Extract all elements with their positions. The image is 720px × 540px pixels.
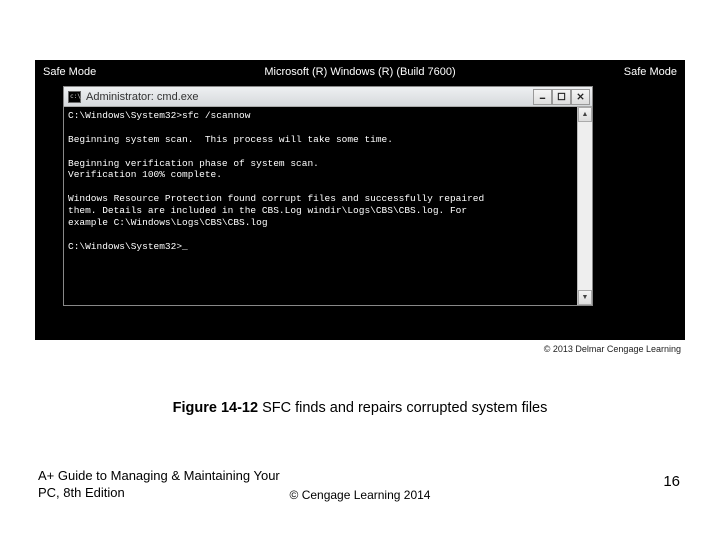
image-credit: © 2013 Delmar Cengage Learning	[544, 344, 681, 354]
safemode-left: Safe Mode	[43, 66, 96, 78]
cmd-icon	[68, 91, 81, 103]
scrollbar[interactable]: ▲ ▼	[577, 107, 592, 305]
scroll-down-button[interactable]: ▼	[578, 290, 592, 305]
book-title: A+ Guide to Managing & Maintaining Your …	[38, 468, 298, 502]
prompt: C:\Windows\System32>	[68, 241, 182, 252]
prompt: C:\Windows\System32>	[68, 110, 182, 121]
output-line: Verification 100% complete.	[68, 169, 222, 180]
desktop-watermark: Safe Mode Microsoft (R) Windows (R) (Bui…	[35, 66, 685, 78]
page-number: 16	[663, 473, 680, 490]
console-output[interactable]: C:\Windows\System32>sfc /scannow Beginni…	[64, 107, 592, 305]
figure-text: SFC finds and repairs corrupted system f…	[258, 400, 547, 416]
output-line: example C:\Windows\Logs\CBS\CBS.log	[68, 217, 268, 228]
close-button[interactable]	[571, 89, 590, 105]
titlebar[interactable]: Administrator: cmd.exe	[64, 87, 592, 107]
minimize-button[interactable]	[533, 89, 552, 105]
cmd-window[interactable]: Administrator: cmd.exe C:\Windows\System…	[63, 86, 593, 306]
scroll-track[interactable]	[578, 122, 592, 290]
output-line: Beginning system scan. This process will…	[68, 134, 393, 145]
safemode-right: Safe Mode	[624, 66, 677, 78]
window-title: Administrator: cmd.exe	[86, 91, 533, 103]
copyright-text: © Cengage Learning 2014	[290, 488, 431, 502]
cursor: _	[182, 241, 188, 253]
figure-caption: Figure 14-12 SFC finds and repairs corru…	[0, 400, 720, 416]
output-line: them. Details are included in the CBS.Lo…	[68, 205, 467, 216]
screenshot-region: Safe Mode Microsoft (R) Windows (R) (Bui…	[35, 60, 685, 340]
windows-build-label: Microsoft (R) Windows (R) (Build 7600)	[264, 66, 455, 78]
output-line: Windows Resource Protection found corrup…	[68, 193, 484, 204]
figure-number: Figure 14-12	[173, 400, 258, 416]
command-text: sfc /scannow	[182, 110, 250, 121]
scroll-up-button[interactable]: ▲	[578, 107, 592, 122]
output-line: Beginning verification phase of system s…	[68, 158, 319, 169]
window-controls	[533, 89, 590, 105]
maximize-button[interactable]	[552, 89, 571, 105]
